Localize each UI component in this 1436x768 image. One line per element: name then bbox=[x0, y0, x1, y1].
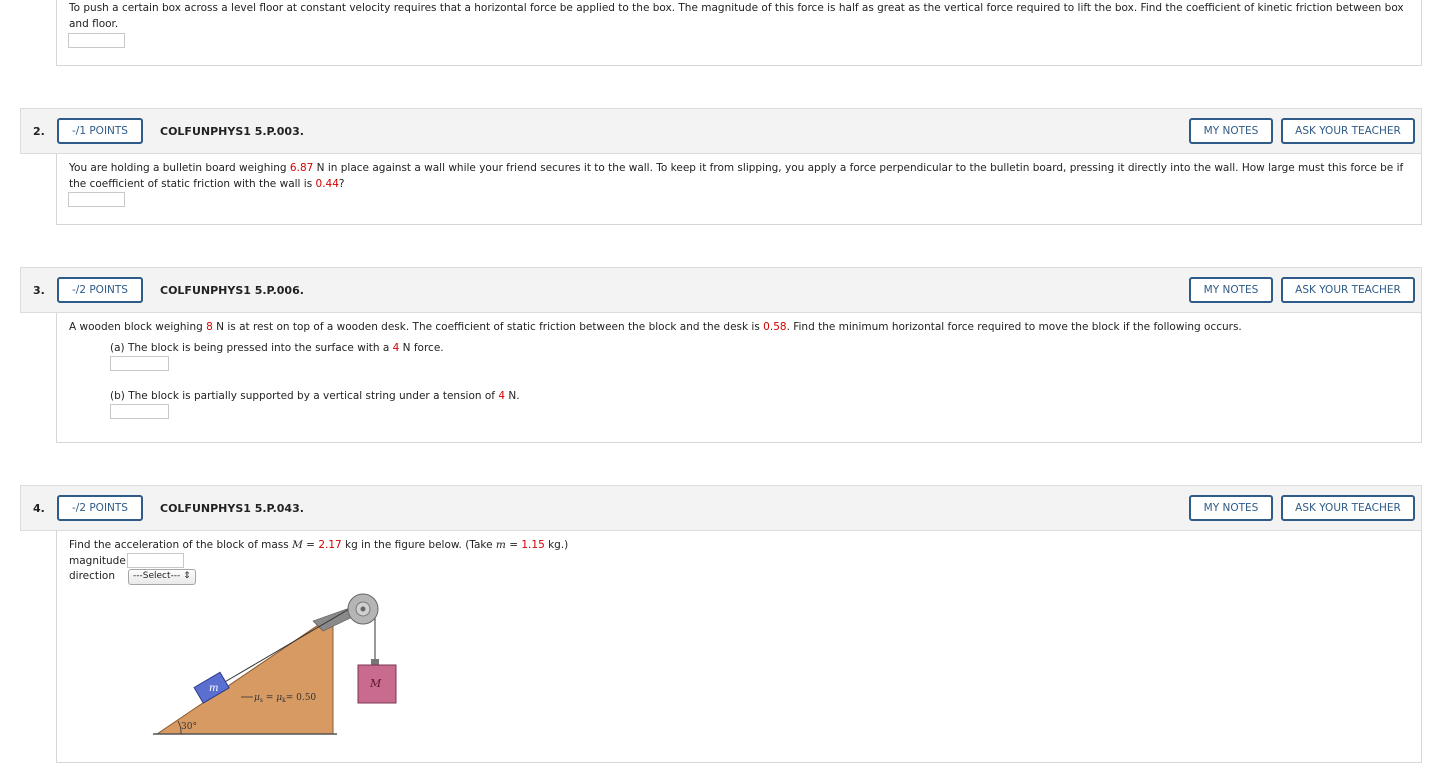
incline-pulley-figure: m M μs = μk= 0.50 30° bbox=[153, 593, 397, 735]
answer-input-q3b[interactable] bbox=[110, 404, 169, 419]
points-button[interactable]: -/2 POINTS bbox=[57, 277, 143, 303]
question-1-body: To push a certain box across a level flo… bbox=[56, 0, 1422, 66]
block-m-label: m bbox=[209, 683, 218, 694]
question-2-body: You are holding a bulletin board weighin… bbox=[56, 154, 1422, 225]
answer-input-q1[interactable] bbox=[68, 33, 125, 48]
ask-teacher-button[interactable]: ASK YOUR TEACHER bbox=[1281, 495, 1415, 521]
given-m: 1.15 bbox=[521, 539, 545, 551]
part-a-text: (a) The block is being pressed into the … bbox=[110, 342, 444, 354]
friction-label: μs = μk= 0.50 bbox=[254, 693, 316, 704]
question-4-text: Find the acceleration of the block of ma… bbox=[69, 539, 569, 551]
magnitude-label: magnitude bbox=[69, 555, 126, 567]
points-button[interactable]: -/1 POINTS bbox=[57, 118, 143, 144]
question-4-header: 4. -/2 POINTS COLFUNPHYS1 5.P.043. MY NO… bbox=[20, 485, 1422, 531]
incline-ramp bbox=[155, 614, 334, 735]
block-M-label: M bbox=[369, 677, 382, 690]
answer-input-q2[interactable] bbox=[68, 192, 125, 207]
question-number: 3. bbox=[33, 284, 45, 297]
direction-row: direction bbox=[69, 568, 1407, 584]
question-number: 2. bbox=[33, 125, 45, 138]
magnitude-input[interactable] bbox=[127, 553, 184, 568]
ask-teacher-button[interactable]: ASK YOUR TEACHER bbox=[1281, 277, 1415, 303]
direction-select[interactable]: ---Select--- ⇕ bbox=[128, 569, 196, 585]
question-id: COLFUNPHYS1 5.P.003. bbox=[160, 125, 304, 138]
magnitude-row: magnitude bbox=[69, 553, 1407, 569]
ask-teacher-button[interactable]: ASK YOUR TEACHER bbox=[1281, 118, 1415, 144]
question-3-header: 3. -/2 POINTS COLFUNPHYS1 5.P.006. MY NO… bbox=[20, 267, 1422, 313]
hook bbox=[371, 659, 379, 665]
pulley-axle bbox=[360, 606, 366, 612]
answer-input-q3a[interactable] bbox=[110, 356, 169, 371]
question-id: COLFUNPHYS1 5.P.043. bbox=[160, 502, 304, 515]
question-3-body: A wooden block weighing 8 N is at rest o… bbox=[56, 313, 1422, 443]
question-number: 4. bbox=[33, 502, 45, 515]
angle-label: 30° bbox=[181, 722, 197, 732]
question-3-text: A wooden block weighing 8 N is at rest o… bbox=[69, 321, 1242, 333]
question-4-body: Find the acceleration of the block of ma… bbox=[56, 531, 1422, 763]
given-mu: 0.58 bbox=[763, 321, 787, 333]
question-id: COLFUNPHYS1 5.P.006. bbox=[160, 284, 304, 297]
question-1-text: To push a certain box across a level flo… bbox=[69, 2, 1404, 30]
my-notes-button[interactable]: MY NOTES bbox=[1189, 495, 1273, 521]
my-notes-button[interactable]: MY NOTES bbox=[1189, 277, 1273, 303]
direction-label: direction bbox=[69, 570, 116, 582]
select-arrows-icon: ⇕ bbox=[183, 571, 191, 581]
given-weight: 8 bbox=[206, 321, 213, 333]
part-b-text: (b) The block is partially supported by … bbox=[110, 390, 520, 402]
given-M: 2.17 bbox=[318, 539, 342, 551]
question-2-header: 2. -/1 POINTS COLFUNPHYS1 5.P.003. MY NO… bbox=[20, 108, 1422, 154]
question-2-text: You are holding a bulletin board weighin… bbox=[69, 162, 1404, 190]
points-button[interactable]: -/2 POINTS bbox=[57, 495, 143, 521]
given-weight: 6.87 bbox=[289, 162, 314, 174]
my-notes-button[interactable]: MY NOTES bbox=[1189, 118, 1273, 144]
given-mu: 0.44 bbox=[315, 178, 339, 190]
